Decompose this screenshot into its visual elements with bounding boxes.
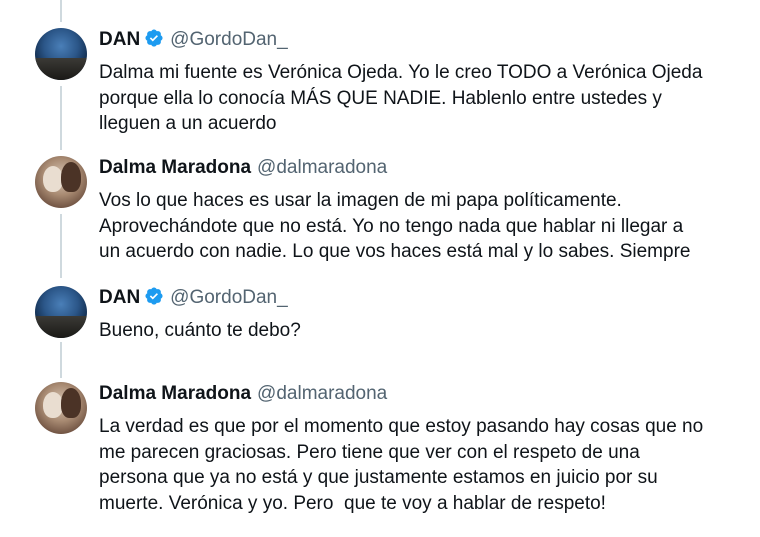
tweet-content: Dalma Maradona @dalmaradona La verdad es … xyxy=(99,382,739,516)
avatar[interactable] xyxy=(35,382,87,434)
thread-line-3 xyxy=(60,342,62,378)
tweet-text: Dalma mi fuente es Verónica Ojeda. Yo le… xyxy=(99,62,703,134)
tweet-content: Dalma Maradona @dalmaradona Vos lo que ha… xyxy=(99,156,739,265)
reply-thread: DAN @GordoDan_ Dalma mi fuente es Verónic… xyxy=(0,0,760,537)
author-handle[interactable]: @GordoDan_ xyxy=(170,29,288,50)
tweet-content: DAN @GordoDan_ Bueno, cuánto te debo? xyxy=(99,286,739,344)
thread-line-1 xyxy=(60,86,62,150)
tweet-content: DAN @GordoDan_ Dalma mi fuente es Verónic… xyxy=(99,28,739,137)
verified-badge-icon xyxy=(144,28,164,55)
tweet-text: Vos lo que haces es usar la imagen de mi… xyxy=(99,190,691,262)
tweet-text: Bueno, cuánto te debo? xyxy=(99,320,301,341)
author-handle[interactable]: @dalmaradona xyxy=(257,157,387,178)
author-name[interactable]: Dalma Maradona xyxy=(99,157,251,178)
verified-badge-icon xyxy=(144,286,164,313)
thread-line-top xyxy=(60,0,62,22)
avatar[interactable] xyxy=(35,156,87,208)
author-handle[interactable]: @dalmaradona xyxy=(257,383,387,404)
tweet-header: Dalma Maradona @dalmaradona xyxy=(99,382,739,406)
tweet-header: Dalma Maradona @dalmaradona xyxy=(99,156,739,180)
tweet-text: La verdad es que por el momento que esto… xyxy=(99,416,704,514)
author-name[interactable]: Dalma Maradona xyxy=(99,383,251,404)
author-handle[interactable]: @GordoDan_ xyxy=(170,287,288,308)
tweet-header: DAN @GordoDan_ xyxy=(99,28,739,52)
avatar[interactable] xyxy=(35,286,87,338)
tweet-header: DAN @GordoDan_ xyxy=(99,286,739,310)
author-name[interactable]: DAN xyxy=(99,29,140,50)
thread-line-2 xyxy=(60,214,62,278)
author-name[interactable]: DAN xyxy=(99,287,140,308)
avatar[interactable] xyxy=(35,28,87,80)
